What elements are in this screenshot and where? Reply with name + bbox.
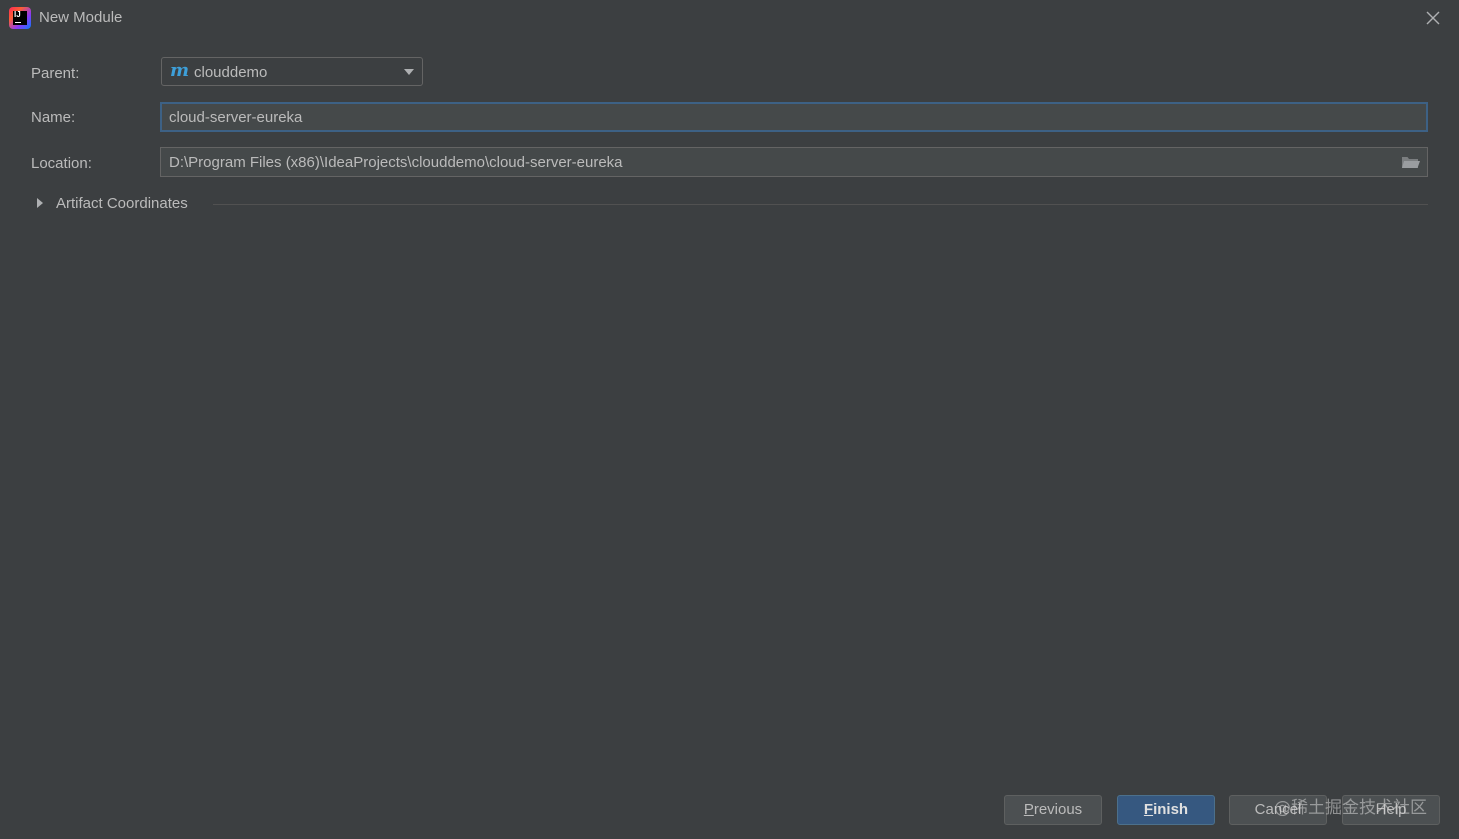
parent-dropdown-value: clouddemo [194, 64, 268, 81]
name-input[interactable] [160, 102, 1428, 132]
finish-button[interactable]: Finish [1117, 795, 1215, 825]
artifact-coordinates-toggle[interactable]: Artifact Coordinates [56, 195, 188, 212]
help-button[interactable]: Help [1342, 795, 1440, 825]
parent-dropdown[interactable]: m clouddemo [161, 57, 423, 86]
intellij-idea-icon: IJ [9, 7, 31, 29]
parent-label: Parent: [31, 65, 80, 82]
title-bar: IJ New Module [0, 0, 1459, 36]
dialog-title: New Module [39, 9, 123, 26]
close-button[interactable] [1423, 8, 1443, 28]
chevron-down-icon [404, 69, 414, 75]
maven-module-icon: m [170, 60, 190, 81]
cancel-button[interactable]: Cancel [1229, 795, 1327, 825]
location-label: Location: [31, 155, 92, 172]
previous-button[interactable]: Previous [1004, 795, 1102, 825]
browse-folder-button[interactable] [1400, 153, 1422, 171]
folder-open-icon [1402, 157, 1420, 168]
section-divider [213, 204, 1428, 205]
location-input[interactable] [160, 147, 1428, 177]
close-icon [1426, 11, 1440, 25]
name-label: Name: [31, 109, 76, 126]
artifact-coordinates-section: Artifact Coordinates [31, 193, 1428, 215]
expand-triangle-icon[interactable] [37, 198, 43, 208]
new-module-dialog: IJ New Module Parent: m clouddemo Name: … [0, 0, 1459, 839]
